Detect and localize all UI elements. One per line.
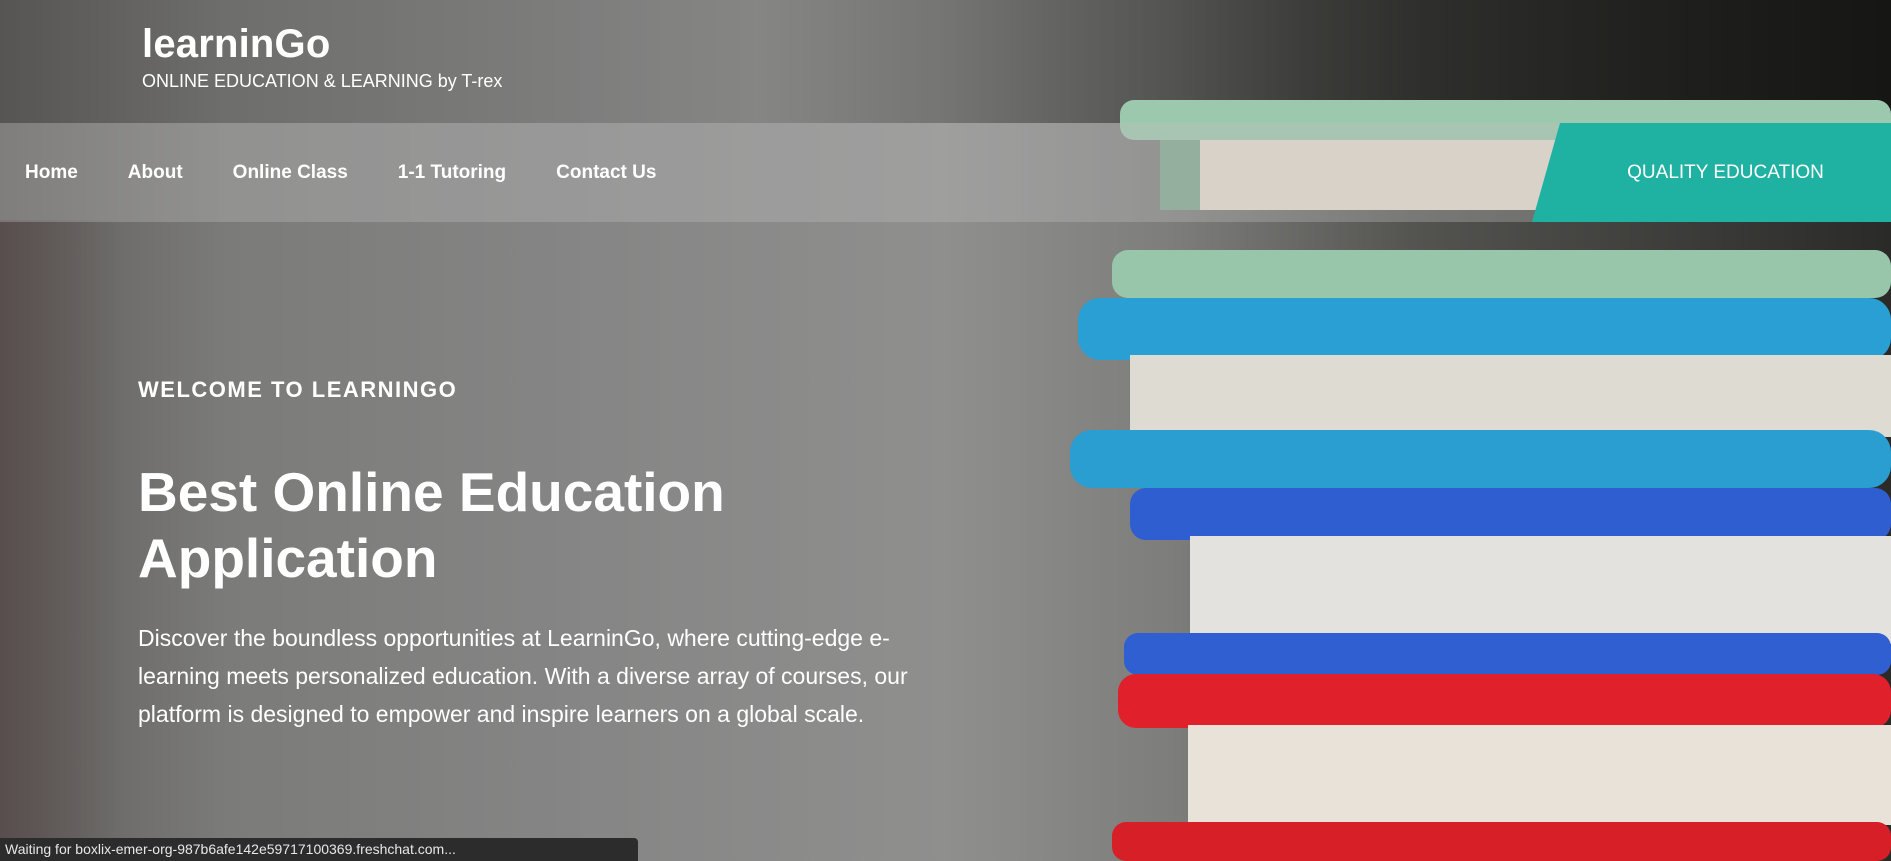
nav-item-contact-us[interactable]: Contact Us <box>531 162 681 184</box>
nav-list: Home About Online Class 1-1 Tutoring Con… <box>0 123 681 222</box>
hero-eyebrow: WELCOME TO LEARNINGO <box>138 377 458 402</box>
brand-tagline: ONLINE EDUCATION & LEARNING by T-rex <box>142 71 503 91</box>
browser-status-bar: Waiting for boxlix-emer-org-987b6afe142e… <box>0 838 638 861</box>
nav-item-about[interactable]: About <box>103 162 208 184</box>
nav-item-tutoring[interactable]: 1-1 Tutoring <box>373 162 531 184</box>
hero-section: WELCOME TO LEARNINGO Best Online Educati… <box>138 375 918 733</box>
quality-education-button[interactable]: QUALITY EDUCATION <box>1532 123 1891 222</box>
brand: learninGo ONLINE EDUCATION & LEARNING by… <box>142 20 502 92</box>
brand-title[interactable]: learninGo <box>142 20 502 68</box>
hero-heading: Best Online Education Application <box>138 461 725 589</box>
main-navbar: Home About Online Class 1-1 Tutoring Con… <box>0 123 1891 222</box>
hero-description: Discover the boundless opportunities at … <box>138 625 908 727</box>
nav-item-home[interactable]: Home <box>0 162 103 184</box>
nav-item-online-class[interactable]: Online Class <box>208 162 373 184</box>
page: learninGo ONLINE EDUCATION & LEARNING by… <box>0 0 1891 861</box>
left-shadow <box>0 220 120 861</box>
